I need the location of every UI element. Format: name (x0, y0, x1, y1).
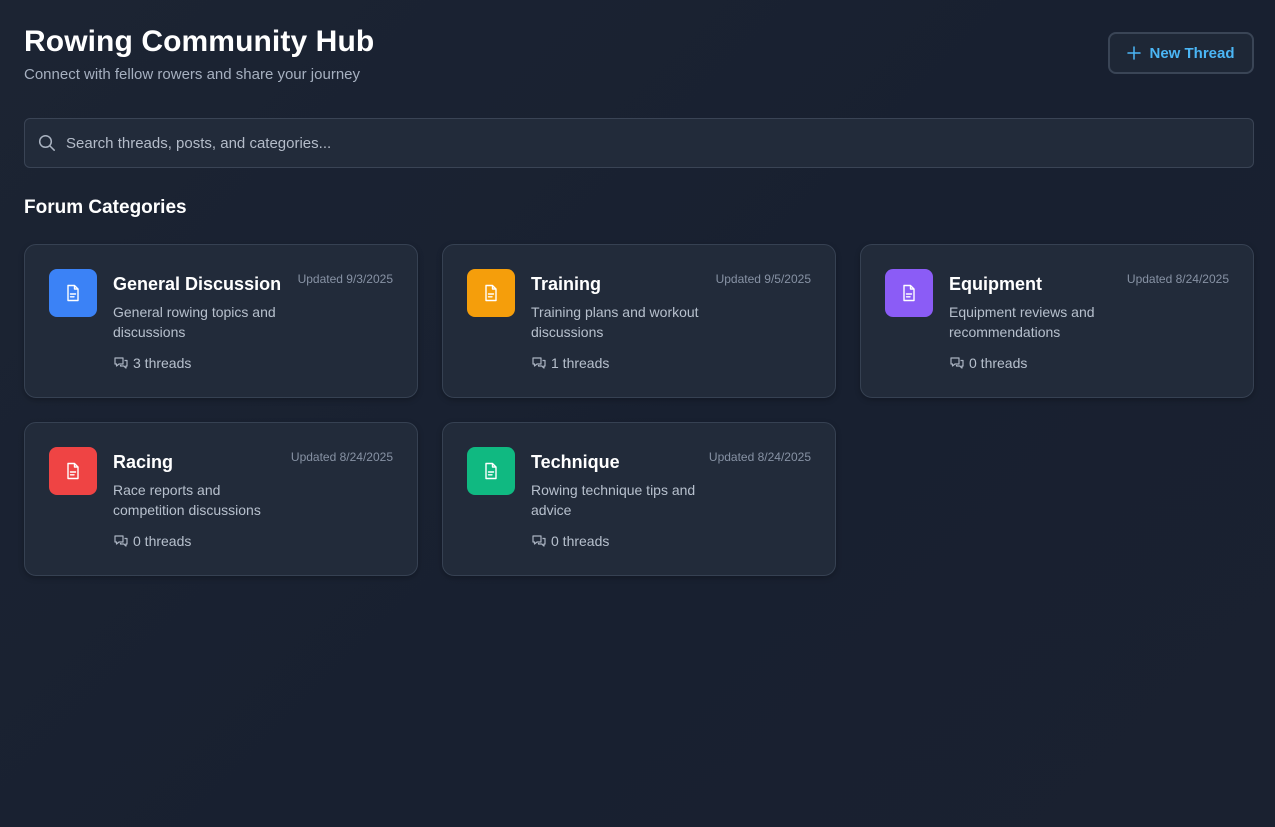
category-description: Equipment reviews and recommendations (949, 304, 1095, 340)
thread-count-label: 3 threads (133, 355, 192, 371)
category-description: Rowing technique tips and advice (531, 482, 696, 518)
thread-count-label: 0 threads (133, 533, 192, 549)
category-icon-box (467, 447, 515, 495)
page: Rowing Community Hub Connect with fellow… (24, 0, 1254, 576)
document-icon (485, 284, 497, 302)
search-input[interactable] (66, 119, 1253, 167)
document-icon (485, 462, 497, 480)
search-icon (38, 134, 55, 151)
thread-count: 0 threads (113, 532, 191, 550)
category-updated: Updated 8/24/2025 (290, 450, 393, 464)
thread-count: 0 threads (531, 532, 609, 550)
category-title: Equipment (949, 274, 1042, 294)
page-title: Rowing Community Hub (24, 25, 375, 58)
chat-bubbles-icon (114, 357, 128, 369)
category-updated: Updated 9/5/2025 (715, 272, 811, 286)
category-card-technique[interactable]: Technique Updated 8/24/2025 Rowing techn… (442, 422, 836, 576)
thread-count: 3 threads (113, 354, 191, 372)
category-description: General rowing topics and discussions (113, 304, 276, 340)
category-title: Training (531, 274, 602, 294)
search-bar[interactable] (24, 118, 1254, 168)
chat-bubbles-icon (532, 357, 546, 369)
thread-count-label: 1 threads (551, 355, 610, 371)
category-updated: Updated 8/24/2025 (1126, 272, 1229, 286)
section-title: Forum Categories (24, 197, 187, 218)
document-icon (67, 284, 79, 302)
category-card-equipment[interactable]: Equipment Updated 8/24/2025 Equipment re… (860, 244, 1254, 398)
document-icon (67, 462, 79, 480)
page-subtitle: Connect with fellow rowers and share you… (24, 66, 360, 83)
category-card-training[interactable]: Training Updated 9/5/2025 Training plans… (442, 244, 836, 398)
new-thread-button[interactable]: New Thread (1108, 32, 1254, 74)
category-title: Racing (113, 452, 174, 472)
category-grid: General Discussion Updated 9/3/2025 Gene… (24, 244, 1254, 576)
document-icon (903, 284, 915, 302)
plus-icon (1127, 46, 1142, 60)
thread-count-label: 0 threads (969, 355, 1028, 371)
chat-bubbles-icon (114, 535, 128, 547)
new-thread-label: New Thread (1149, 44, 1235, 62)
category-icon-box (49, 447, 97, 495)
thread-count-label: 0 threads (551, 533, 610, 549)
category-updated: Updated 9/3/2025 (297, 272, 393, 286)
category-description: Training plans and workout discussions (531, 304, 699, 340)
category-card-general-discussion[interactable]: General Discussion Updated 9/3/2025 Gene… (24, 244, 418, 398)
category-icon-box (885, 269, 933, 317)
category-updated: Updated 8/24/2025 (708, 450, 811, 464)
category-description: Race reports and competition discussions (113, 482, 261, 518)
chat-bubbles-icon (532, 535, 546, 547)
header: Rowing Community Hub Connect with fellow… (24, 0, 1254, 118)
category-icon-box (467, 269, 515, 317)
category-title: General Discussion (113, 274, 282, 294)
category-title: Technique (531, 452, 620, 472)
category-icon-box (49, 269, 97, 317)
chat-bubbles-icon (950, 357, 964, 369)
thread-count: 0 threads (949, 354, 1027, 372)
category-card-racing[interactable]: Racing Updated 8/24/2025 Race reports an… (24, 422, 418, 576)
thread-count: 1 threads (531, 354, 609, 372)
